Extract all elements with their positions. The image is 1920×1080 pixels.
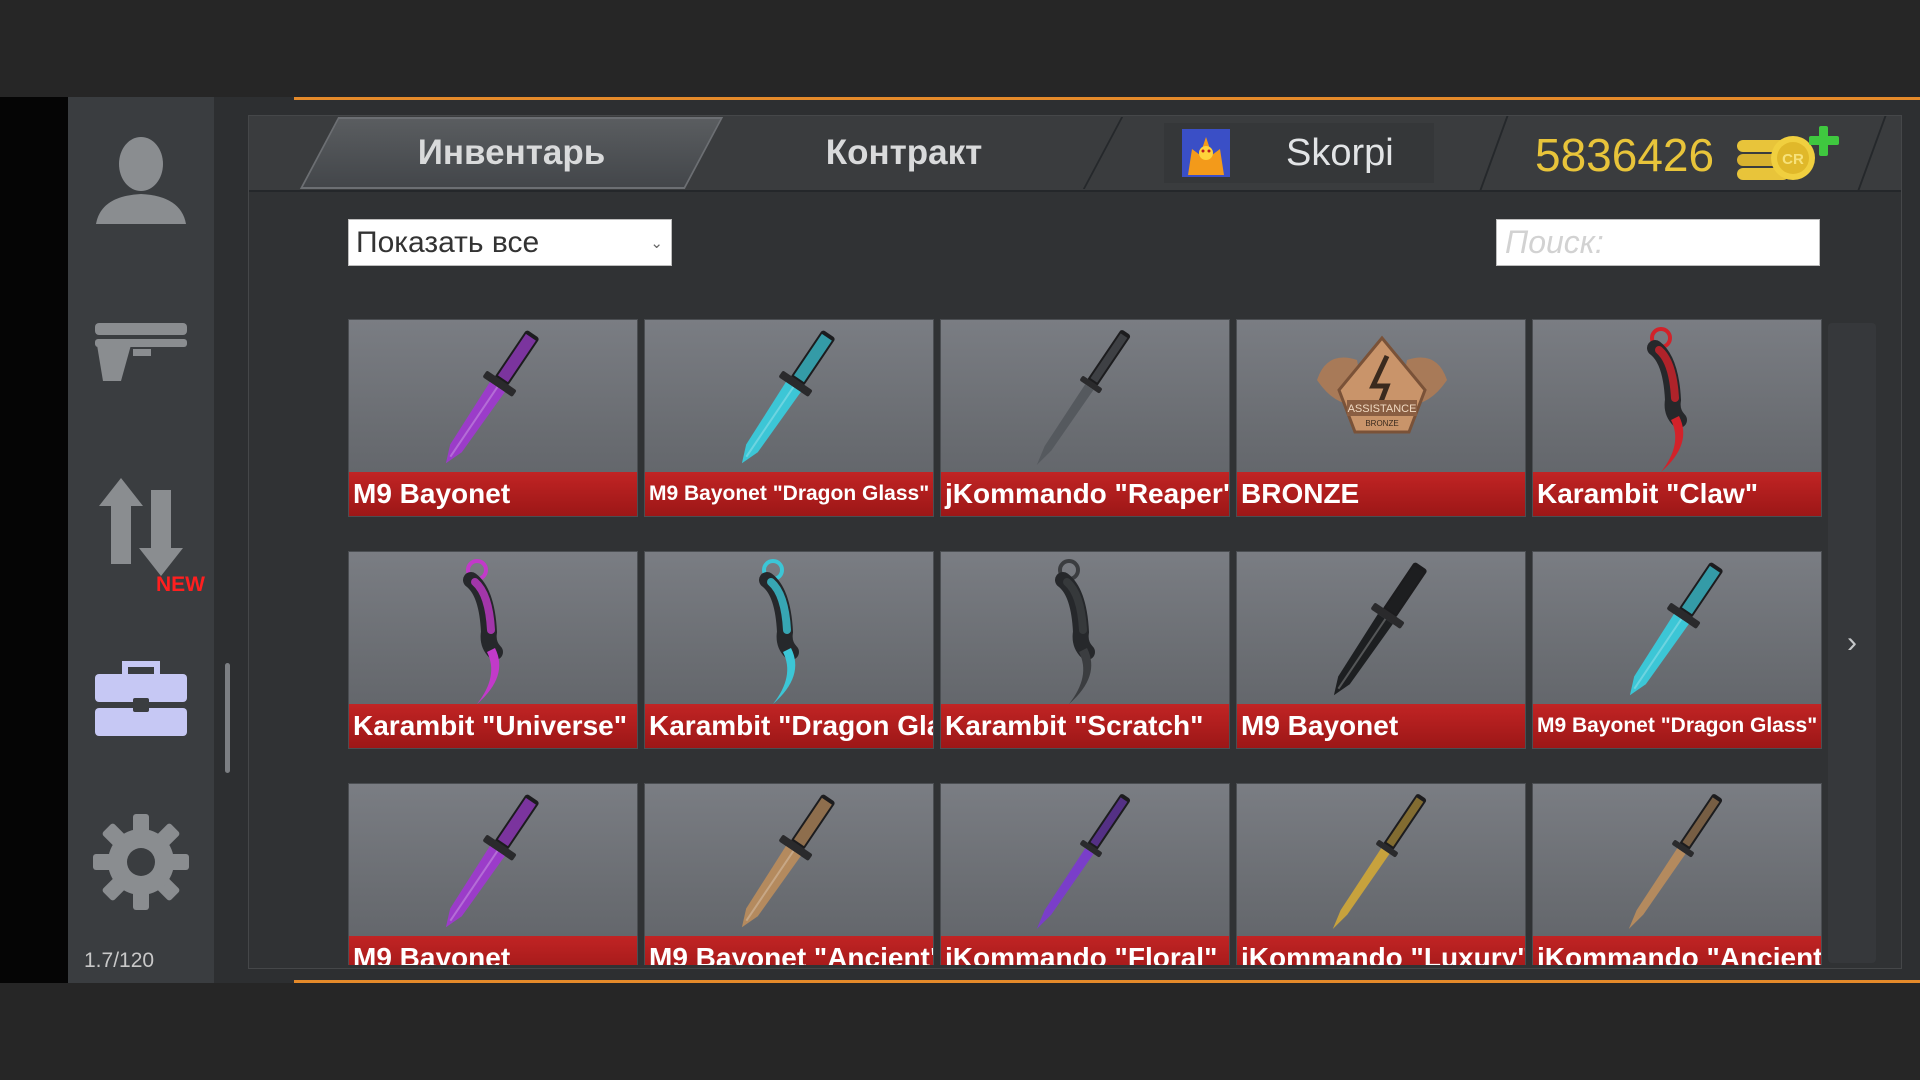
- sidebar-item-trade[interactable]: [68, 467, 214, 587]
- bayonet-knife-icon: [349, 784, 637, 938]
- karambit-knife-icon: [1533, 320, 1821, 474]
- pistol-icon: [95, 323, 187, 381]
- svg-text:BRONZE: BRONZE: [1365, 419, 1398, 428]
- game-window: NEW 1.7/120 Инвентарь Контракт Skorpi 58…: [68, 97, 1920, 983]
- karambit-knife-icon: [645, 552, 933, 706]
- bronze-badge-icon: ASSISTANCE BRONZE: [1237, 320, 1525, 474]
- inventory-item-card[interactable]: Karambit "Claw": [1532, 319, 1822, 517]
- bottom-accent-line: [294, 980, 1920, 983]
- inventory-item-card[interactable]: M9 Bayonet: [348, 319, 638, 517]
- kommando-knife-icon: [941, 320, 1229, 474]
- profile-icon: [96, 137, 186, 224]
- top-bar: Инвентарь Контракт Skorpi 5836426 CR: [249, 116, 1901, 192]
- kommando-knife-icon: [1237, 784, 1525, 938]
- gold-coins-plus-icon[interactable]: CR: [1733, 120, 1845, 186]
- inventory-grid: M9 Bayonet M9 Bayonet "Dragon Glass" jKo…: [348, 319, 1822, 965]
- inventory-item-card[interactable]: jKommando "Ancient": [1532, 783, 1822, 965]
- inventory-item-card[interactable]: jKommando "Floral": [940, 783, 1230, 965]
- briefcase-icon: [95, 661, 187, 736]
- inventory-item-label: jKommando "Ancient": [1533, 936, 1821, 965]
- sidebar-scrollbar[interactable]: [225, 663, 230, 773]
- inventory-item-card[interactable]: M9 Bayonet "Dragon Glass": [644, 319, 934, 517]
- inventory-item-label: jKommando "Reaper": [941, 472, 1229, 516]
- gear-icon: [93, 814, 189, 910]
- karambit-knife-icon: [941, 552, 1229, 706]
- kommando-knife-icon: [941, 784, 1229, 938]
- coin-balance: 5836426: [1535, 129, 1715, 181]
- inventory-item-card[interactable]: Karambit "Scratch": [940, 551, 1230, 749]
- bayonet-knife-icon: [349, 320, 637, 474]
- sidebar: NEW 1.7/120: [68, 97, 214, 983]
- bayonet-knife-icon: [645, 784, 933, 938]
- inventory-item-label: M9 Bayonet "Ancient": [645, 936, 933, 965]
- bayonet-knife-icon: [645, 320, 933, 474]
- inventory-item-label: Karambit "Universe": [349, 704, 637, 748]
- next-page-arrow[interactable]: ›: [1828, 323, 1876, 963]
- inventory-item-label: M9 Bayonet "Dragon Glass": [1533, 704, 1821, 748]
- filter-dropdown[interactable]: Показать все ⌄: [348, 219, 672, 266]
- top-accent-line: [294, 97, 1920, 100]
- inventory-item-card[interactable]: jKommando "Luxury": [1236, 783, 1526, 965]
- currency-area: 5836426 CR: [1479, 116, 1887, 190]
- left-black-strip: [0, 97, 68, 983]
- new-badge: NEW: [156, 573, 205, 596]
- inventory-item-card[interactable]: Karambit "Dragon Glass": [644, 551, 934, 749]
- karambit-knife-icon: [349, 552, 637, 706]
- inventory-item-card[interactable]: ASSISTANCE BRONZE BRONZE: [1236, 319, 1526, 517]
- inventory-item-card[interactable]: M9 Bayonet "Dragon Glass": [1532, 551, 1822, 749]
- inventory-item-label: M9 Bayonet: [349, 936, 637, 965]
- version-counter: 1.7/120: [84, 949, 155, 972]
- inventory-item-label: jKommando "Luxury": [1237, 936, 1525, 965]
- inventory-item-card[interactable]: M9 Bayonet "Ancient": [644, 783, 934, 965]
- inventory-item-label: Karambit "Dragon Glass": [645, 704, 933, 748]
- chevron-down-icon: ⌄: [650, 234, 663, 252]
- inventory-item-label: Karambit "Claw": [1533, 472, 1821, 516]
- bayonet-knife-icon: [1237, 552, 1525, 706]
- player-info[interactable]: Skorpi: [1164, 123, 1434, 183]
- inventory-item-label: M9 Bayonet "Dragon Glass": [645, 472, 933, 516]
- trade-arrows-icon: [99, 478, 183, 576]
- tab-contract-label: Контракт: [825, 133, 983, 172]
- sidebar-item-profile[interactable]: [68, 125, 214, 235]
- svg-text:CR: CR: [1782, 151, 1804, 168]
- inventory-item-label: M9 Bayonet: [349, 472, 637, 516]
- sidebar-item-inventory[interactable]: [68, 645, 214, 755]
- bayonet-knife-icon: [1533, 552, 1821, 706]
- search-input[interactable]: [1496, 219, 1820, 266]
- tab-inventory[interactable]: Инвентарь: [299, 117, 724, 189]
- sidebar-item-weapons[interactable]: [68, 295, 214, 405]
- filter-value: Показать все: [356, 225, 540, 259]
- tab-inventory-label: Инвентарь: [417, 133, 606, 172]
- inventory-item-label: M9 Bayonet: [1237, 704, 1525, 748]
- kommando-knife-icon: [1533, 784, 1821, 938]
- inventory-item-card[interactable]: Karambit "Universe": [348, 551, 638, 749]
- tab-contract[interactable]: Контракт: [684, 117, 1124, 189]
- dragon-avatar-icon: [1182, 129, 1230, 177]
- svg-text:ASSISTANCE: ASSISTANCE: [1348, 403, 1417, 415]
- player-name: Skorpi: [1286, 131, 1394, 174]
- inventory-item-card[interactable]: M9 Bayonet: [348, 783, 638, 965]
- inventory-grid-viewport: M9 Bayonet M9 Bayonet "Dragon Glass" jKo…: [348, 319, 1828, 965]
- inventory-item-label: Karambit "Scratch": [941, 704, 1229, 748]
- sidebar-item-settings[interactable]: [68, 807, 214, 917]
- inventory-item-card[interactable]: M9 Bayonet: [1236, 551, 1526, 749]
- inventory-item-label: jKommando "Floral": [941, 936, 1229, 965]
- inventory-item-label: BRONZE: [1237, 472, 1525, 516]
- inventory-panel: Инвентарь Контракт Skorpi 5836426 CR Пок…: [248, 115, 1902, 969]
- inventory-item-card[interactable]: jKommando "Reaper": [940, 319, 1230, 517]
